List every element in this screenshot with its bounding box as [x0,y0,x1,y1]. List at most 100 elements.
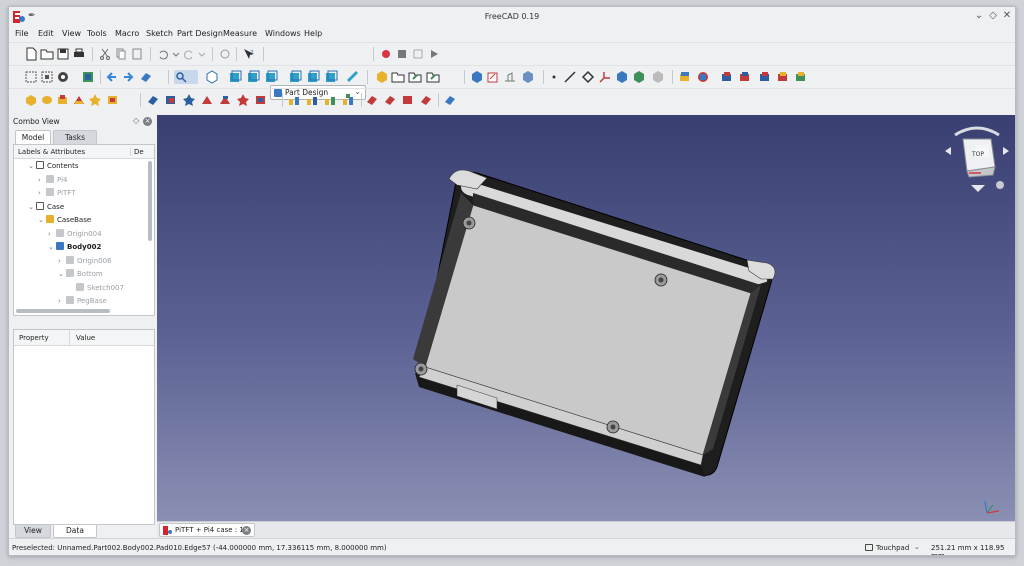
datum-plane-icon[interactable] [581,70,595,84]
menu-edit[interactable]: Edit [38,29,54,38]
groove-icon[interactable] [758,70,772,84]
cut-icon[interactable] [98,47,112,61]
left-view-icon[interactable] [324,70,338,84]
property-column-header[interactable]: Property [19,334,49,342]
validate-sketch-icon[interactable] [503,70,517,84]
hole-icon[interactable] [738,70,752,84]
fillet-icon[interactable] [365,93,379,107]
tree-item[interactable]: ⌄ Case [28,201,64,215]
tree-item[interactable]: › PiTFT [38,188,75,201]
subtractive-sphere-icon[interactable] [182,93,196,107]
additive-pipe-icon[interactable] [794,70,808,84]
subtractive-ellipsoid-icon[interactable] [218,93,232,107]
tree-item[interactable]: › Origin006 [58,255,112,269]
draw-style-icon[interactable] [56,70,70,84]
chevron-right-icon[interactable]: › [38,189,46,197]
tab-model[interactable]: Model [15,130,51,144]
undo-icon[interactable] [156,47,170,61]
fit-all-icon[interactable] [24,70,38,84]
chevron-right-icon[interactable]: › [58,297,66,305]
undo-dropdown-icon[interactable] [169,47,183,61]
subtractive-torus-icon[interactable] [236,93,250,107]
execute-macro-icon[interactable] [427,47,441,61]
tree-item[interactable]: › Origin004 [48,228,102,242]
chevron-down-icon[interactable]: ⌄ [914,543,920,551]
bottom-view-icon[interactable] [306,70,320,84]
boolean-icon[interactable] [443,93,457,107]
whats-this-icon[interactable]: ? [242,47,256,61]
additive-sphere-icon[interactable] [56,93,70,107]
redo-icon[interactable] [182,47,196,61]
copy-icon[interactable] [114,47,128,61]
tree-item[interactable]: ⌄ Contents [28,161,79,174]
back-arrow-icon[interactable] [105,70,119,84]
menu-sketch[interactable]: Sketch [146,29,173,38]
float-panel-icon[interactable]: ◇ [133,116,139,125]
chevron-down-icon[interactable]: ⌄ [58,270,66,278]
clone-icon[interactable] [615,70,629,84]
tree-item[interactable]: › Pi4 [38,174,67,188]
subtractive-cone-icon[interactable] [200,93,214,107]
menu-windows[interactable]: Windows [265,29,301,38]
menu-file[interactable]: File [15,29,28,38]
chevron-right-icon[interactable]: › [48,230,56,238]
chevron-right-icon[interactable]: › [58,257,66,265]
multitransform-icon[interactable] [341,93,355,107]
case-model[interactable]: TOP [157,115,1016,521]
datum-line-icon[interactable] [563,70,577,84]
chevron-down-icon[interactable]: ⌄ [28,162,36,170]
draft-icon[interactable] [401,93,415,107]
zoom-icon[interactable] [174,70,198,84]
sync-view-icon[interactable] [139,70,153,84]
menu-view[interactable]: View [62,29,81,38]
menu-macro[interactable]: Macro [115,29,139,38]
revolution-icon[interactable] [696,70,710,84]
tree-item[interactable]: › PegBase [58,296,107,309]
measure-distance-icon[interactable] [346,70,360,84]
pad-icon[interactable] [678,70,692,84]
redo-dropdown-icon[interactable] [195,47,209,61]
pocket-icon[interactable] [720,70,734,84]
mirrored-icon[interactable] [287,93,301,107]
tree-item[interactable]: Sketch007 [68,282,124,296]
paste-icon[interactable] [130,47,144,61]
chevron-right-icon[interactable]: › [38,176,46,184]
tree-horizontal-scrollbar[interactable] [16,309,110,313]
menu-part-design[interactable]: Part Design [177,29,223,38]
additive-ellipsoid-icon[interactable] [88,93,102,107]
tab-tasks[interactable]: Tasks [53,130,97,144]
tree-item[interactable]: ⌄ CaseBase [38,215,91,228]
tree-item[interactable]: ⌄ Body002 [48,242,101,255]
macros-icon[interactable] [411,47,425,61]
thickness-icon[interactable] [419,93,433,107]
value-column-header[interactable]: Value [69,330,95,346]
right-view-icon[interactable] [264,70,278,84]
tab-view[interactable]: View [15,525,51,538]
shape-icon[interactable] [651,70,665,84]
front-view-icon[interactable] [228,70,242,84]
fit-selection-icon[interactable] [40,70,54,84]
close-panel-icon[interactable]: × [143,117,152,126]
additive-loft-icon[interactable] [776,70,790,84]
navigation-style[interactable]: Touchpad [876,544,909,552]
menu-measure[interactable]: Measure [223,29,257,38]
open-folder-icon[interactable] [40,47,54,61]
save-icon[interactable] [56,47,70,61]
new-document-icon[interactable] [24,47,38,61]
menu-help[interactable]: Help [304,29,322,38]
chevron-down-icon[interactable]: ⌄ [28,203,36,211]
polar-pattern-icon[interactable] [323,93,337,107]
subtractive-prism-icon[interactable] [254,93,268,107]
chevron-down-icon[interactable]: ⌄ [48,243,56,251]
record-macro-icon[interactable] [379,47,393,61]
stop-macro-icon[interactable] [395,47,409,61]
datum-point-icon[interactable] [547,70,561,84]
tree-vertical-scrollbar[interactable] [148,161,152,241]
additive-box-icon[interactable] [24,93,38,107]
3d-viewport[interactable]: TOP [157,115,1016,521]
body-icon[interactable] [470,70,484,84]
group-icon[interactable] [391,70,405,84]
close-icon[interactable]: ✕ [1001,10,1013,21]
document-tab[interactable]: PiTFT + Pi4 case : 1 × [159,523,255,537]
maximize-icon[interactable]: ◇ [987,10,999,21]
